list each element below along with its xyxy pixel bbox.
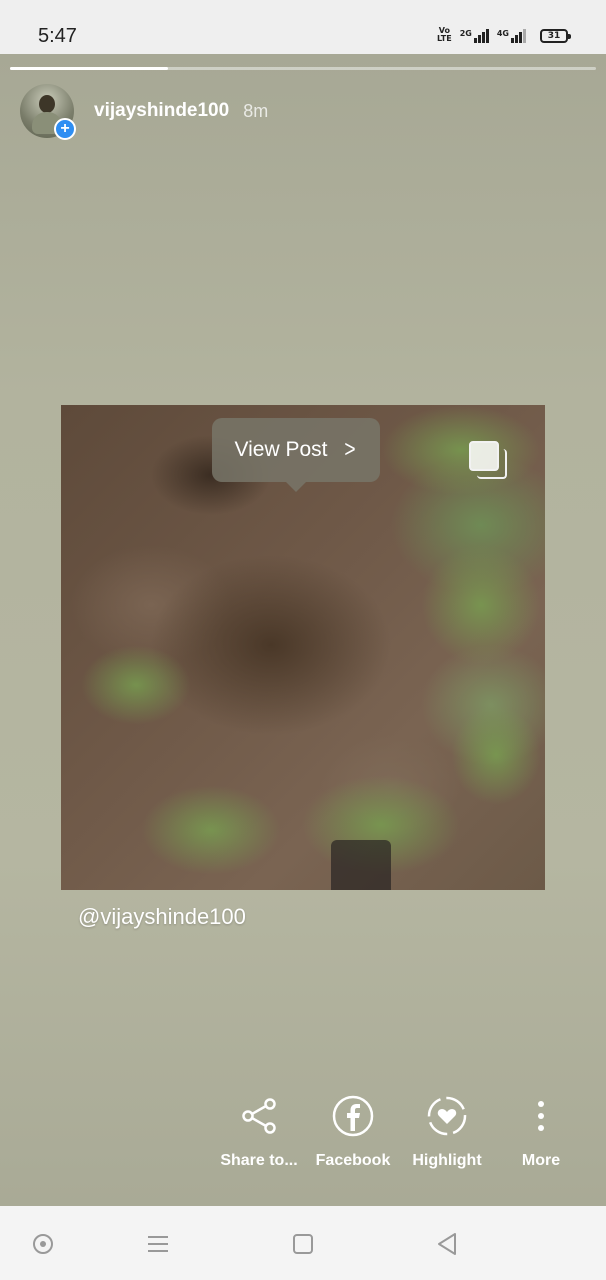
highlight-label: Highlight xyxy=(412,1152,482,1169)
story-username[interactable]: vijayshinde100 xyxy=(94,100,229,122)
facebook-label: Facebook xyxy=(315,1152,391,1169)
highlight-icon xyxy=(426,1094,468,1138)
home-square-icon[interactable] xyxy=(291,1232,315,1256)
story-progress-fill xyxy=(10,67,169,70)
chevron-right-icon: > xyxy=(344,436,357,463)
signal-2g-icon: 2G xyxy=(460,29,489,43)
view-post-button[interactable]: View Post > xyxy=(212,418,380,492)
status-time: 5:47 xyxy=(38,25,77,47)
status-icons: Vo LTE 2G 4G 31 xyxy=(437,26,571,43)
facebook-icon xyxy=(332,1094,374,1138)
more-label: More xyxy=(521,1152,561,1169)
add-story-badge-icon[interactable]: + xyxy=(54,118,76,140)
more-icon xyxy=(536,1094,546,1138)
more-button[interactable]: More xyxy=(494,1094,588,1170)
share-icon xyxy=(240,1094,278,1138)
facebook-button[interactable]: Facebook xyxy=(306,1094,400,1170)
share-to-button[interactable]: Share to... xyxy=(212,1094,306,1170)
back-triangle-icon[interactable] xyxy=(435,1232,459,1256)
signal-4g-icon: 4G xyxy=(497,29,526,43)
status-bar: 5:47 Vo LTE 2G 4G 31 xyxy=(0,0,606,54)
story-view[interactable]: + vijayshinde100 8m View Post > @vijaysh… xyxy=(0,54,606,1206)
assistant-icon[interactable] xyxy=(31,1232,55,1256)
story-progress-bar xyxy=(10,67,596,70)
story-header: + vijayshinde100 8m xyxy=(20,84,269,140)
share-to-label: Share to... xyxy=(220,1152,298,1169)
menu-icon[interactable] xyxy=(146,1232,170,1256)
volte-icon: Vo LTE xyxy=(437,26,452,43)
phone-shadow xyxy=(331,840,391,890)
view-post-label: View Post xyxy=(234,438,328,461)
mention-sticker[interactable]: @vijayshinde100 xyxy=(78,904,246,930)
story-time-ago: 8m xyxy=(243,100,269,121)
avatar[interactable]: + xyxy=(20,84,76,140)
system-nav-bar xyxy=(0,1206,606,1280)
multiple-photos-icon xyxy=(469,441,507,479)
story-actions: Share to... Facebook Highlight More xyxy=(212,1094,588,1170)
battery-icon: 31 xyxy=(540,29,571,43)
highlight-button[interactable]: Highlight xyxy=(400,1094,494,1170)
